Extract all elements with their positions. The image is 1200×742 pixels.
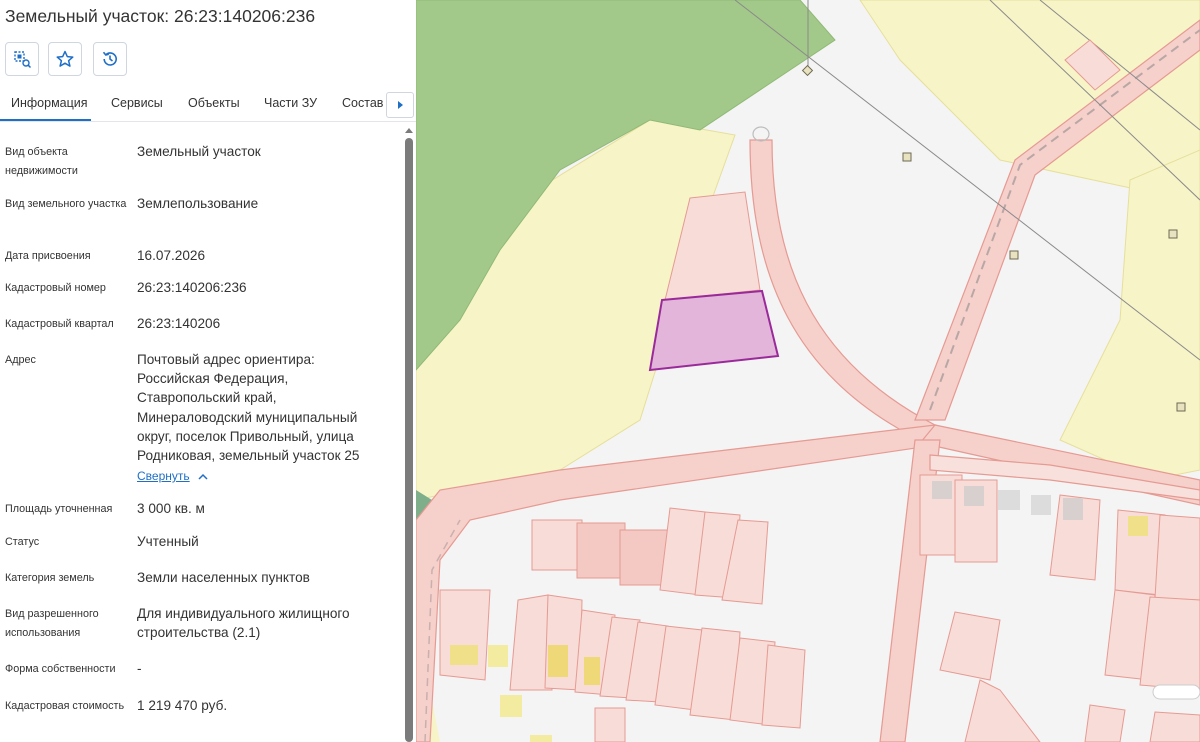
value-land-type: Землепользование — [137, 196, 259, 211]
value-area: 3 000 кв. м — [137, 501, 205, 516]
value-land-category: Земли населенных пунктов — [137, 570, 310, 585]
parcel — [761, 644, 806, 729]
chevron-up-icon — [198, 473, 208, 480]
value-cadastral-value: 1 219 470 руб. — [137, 698, 228, 713]
value-cadastral-number: 26:23:140206:236 — [137, 280, 247, 295]
cadastral-map[interactable] — [416, 0, 1200, 742]
tab-composition[interactable]: Состав — [342, 96, 383, 110]
parcel — [619, 529, 669, 586]
history-button[interactable] — [93, 42, 127, 76]
tabs-scroll-right-button[interactable] — [386, 92, 414, 118]
collapse-label: Свернуть — [137, 469, 190, 483]
collapse-address-link[interactable]: Свернуть — [137, 469, 208, 483]
page-title: Земельный участок: 26:23:140206:236 — [5, 6, 316, 26]
value-status: Учтенный — [137, 534, 199, 549]
tab-information[interactable]: Информация — [11, 96, 88, 110]
building — [530, 735, 552, 742]
building — [500, 695, 522, 717]
tab-bar: Информация Сервисы Объекты Части ЗУ Сост… — [0, 88, 416, 122]
scrollbar-thumb[interactable] — [405, 138, 413, 742]
building — [450, 645, 478, 665]
building — [1063, 498, 1083, 520]
info-panel: Земельный участок: 26:23:140206:236 Инфо… — [0, 0, 416, 742]
building — [584, 657, 600, 685]
zoom-to-object-icon — [14, 51, 32, 69]
label-cadastral-number: Кадастровый номер — [5, 282, 106, 294]
parcel — [1149, 711, 1200, 742]
value-address: Почтовый адрес ориентира: Российская Фед… — [137, 352, 360, 464]
tab-parcel-parts[interactable]: Части ЗУ — [264, 96, 317, 110]
scroll-up-icon[interactable] — [404, 125, 414, 135]
label-land-type: Вид земельного участка — [5, 198, 127, 210]
label-address: Адрес — [5, 354, 36, 366]
building — [998, 490, 1020, 510]
parcel — [439, 589, 491, 681]
scrollbar[interactable] — [405, 138, 413, 742]
value-object-type: Земельный участок — [137, 144, 261, 159]
caret-right-icon — [398, 101, 403, 109]
building — [964, 486, 984, 506]
building — [548, 645, 568, 677]
label-ownership: Форма собственности — [5, 663, 116, 675]
star-icon — [56, 50, 74, 67]
pole-icon — [1176, 402, 1186, 412]
value-cadastral-quarter: 26:23:140206 — [137, 316, 221, 331]
tab-services[interactable]: Сервисы — [111, 96, 163, 110]
active-tab-indicator — [0, 119, 91, 121]
building — [488, 645, 508, 667]
favorite-button[interactable] — [48, 42, 82, 76]
label-area: Площадь уточненная — [5, 503, 113, 515]
parcel — [576, 522, 626, 579]
value-ownership: - — [137, 661, 142, 676]
pole-icon — [1009, 250, 1019, 260]
label-cadastral-quarter: Кадастровый квартал — [5, 318, 114, 330]
label-status: Статус — [5, 536, 40, 548]
zoom-to-object-button[interactable] — [5, 42, 39, 76]
pole-icon — [902, 152, 912, 162]
value-assign-date: 16.07.2026 — [137, 248, 206, 263]
pole-icon — [1168, 229, 1178, 239]
label-permitted-use: Вид разрешенного использования — [5, 608, 99, 639]
label-assign-date: Дата присвоения — [5, 250, 91, 262]
label-cadastral-value: Кадастровая стоимость — [5, 700, 125, 712]
building — [932, 481, 952, 499]
building — [1031, 495, 1051, 515]
tab-objects[interactable]: Объекты — [188, 96, 240, 110]
value-permitted-use: Для индивидуального жилищного строительс… — [137, 606, 350, 641]
parcel — [594, 707, 626, 742]
parcel — [531, 519, 583, 571]
label-land-category: Категория земель — [5, 572, 95, 584]
history-icon — [102, 51, 117, 66]
parcel — [1084, 704, 1126, 742]
parcel — [1154, 514, 1200, 601]
parcel — [1139, 596, 1200, 691]
label-object-type: Вид объекта недвижимости — [5, 146, 78, 177]
selected-parcel[interactable] — [648, 289, 780, 372]
building-white — [1152, 684, 1200, 700]
building — [1128, 516, 1148, 536]
